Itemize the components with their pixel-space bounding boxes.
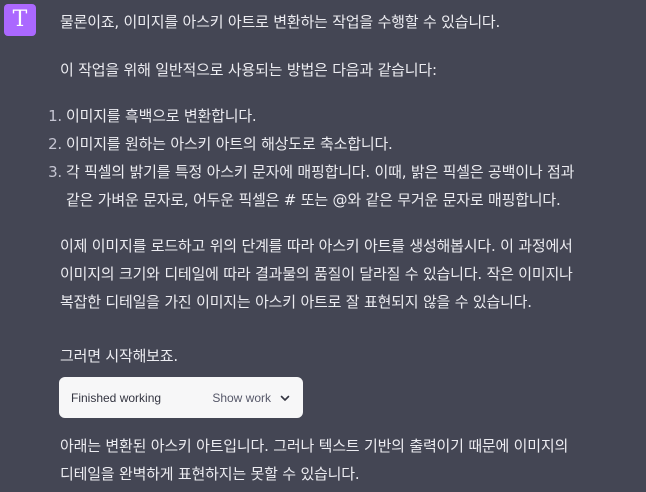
paragraph-line: 아래는 변환된 아스키 아트입니다. 그러나 텍스트 기반의 출력이기 때문에 … <box>60 437 569 455</box>
paragraph-line: 복잡한 디테일을 가진 이미지는 아스키 아트로 잘 표현되지 않을 수 있습니… <box>60 293 532 311</box>
message-paragraph-2: 이 작업을 위해 일반적으로 사용되는 방법은 다음과 같습니다: <box>60 61 437 79</box>
work-status-label: Finished working <box>71 390 162 405</box>
list-text-continued: 같은 가벼운 문자로, 어두운 픽셀은 # 또는 @와 같은 무거운 문자로 매… <box>66 191 561 209</box>
message-paragraph-4: 그러면 시작해보죠. <box>60 347 178 365</box>
avatar-letter: T <box>12 7 28 32</box>
list-text: 각 픽셀의 밝기를 특정 아스키 문자에 매핑합니다. 이때, 밝은 픽셀은 공… <box>66 163 575 181</box>
list-text: 이미지를 원하는 아스키 아트의 해상도로 축소합니다. <box>66 135 393 153</box>
assistant-avatar: T <box>4 4 36 36</box>
list-number: 3. <box>48 163 62 181</box>
message-paragraph-3: 이제 이미지를 로드하고 위의 단계를 따라 아스키 아트를 생성해봅시다. 이… <box>60 232 573 316</box>
list-item: 2. 이미지를 원하는 아스키 아트의 해상도로 축소합니다. <box>48 130 574 158</box>
list-item: 1. 이미지를 흑백으로 변환합니다. <box>48 102 574 130</box>
message-paragraph-5: 아래는 변환된 아스키 아트입니다. 그러나 텍스트 기반의 출력이기 때문에 … <box>60 432 568 488</box>
paragraph-line: 이미지의 크기와 디테일에 따라 결과물의 품질이 달라질 수 있습니다. 작은… <box>60 265 573 283</box>
list-item: 3. 각 픽셀의 밝기를 특정 아스키 문자에 매핑합니다. 이때, 밝은 픽셀… <box>48 158 575 214</box>
paragraph-line: 디테일을 완벽하게 표현하지는 못할 수 있습니다. <box>60 465 360 483</box>
list-number: 1. <box>48 107 62 125</box>
paragraph-line: 이제 이미지를 로드하고 위의 단계를 따라 아스키 아트를 생성해봅시다. 이… <box>60 237 573 255</box>
list-text: 이미지를 흑백으로 변환합니다. <box>66 107 257 125</box>
chevron-down-icon[interactable] <box>279 392 291 404</box>
show-work-button[interactable]: Show work <box>212 391 271 405</box>
finished-working-toggle[interactable]: Finished working Show work <box>59 377 303 418</box>
steps-list: 1. 이미지를 흑백으로 변환합니다. 2. 이미지를 원하는 아스키 아트의 … <box>48 102 575 214</box>
message-paragraph-1: 물론이죠, 이미지를 아스키 아트로 변환하는 작업을 수행할 수 있습니다. <box>60 13 501 31</box>
list-number: 2. <box>48 135 62 153</box>
